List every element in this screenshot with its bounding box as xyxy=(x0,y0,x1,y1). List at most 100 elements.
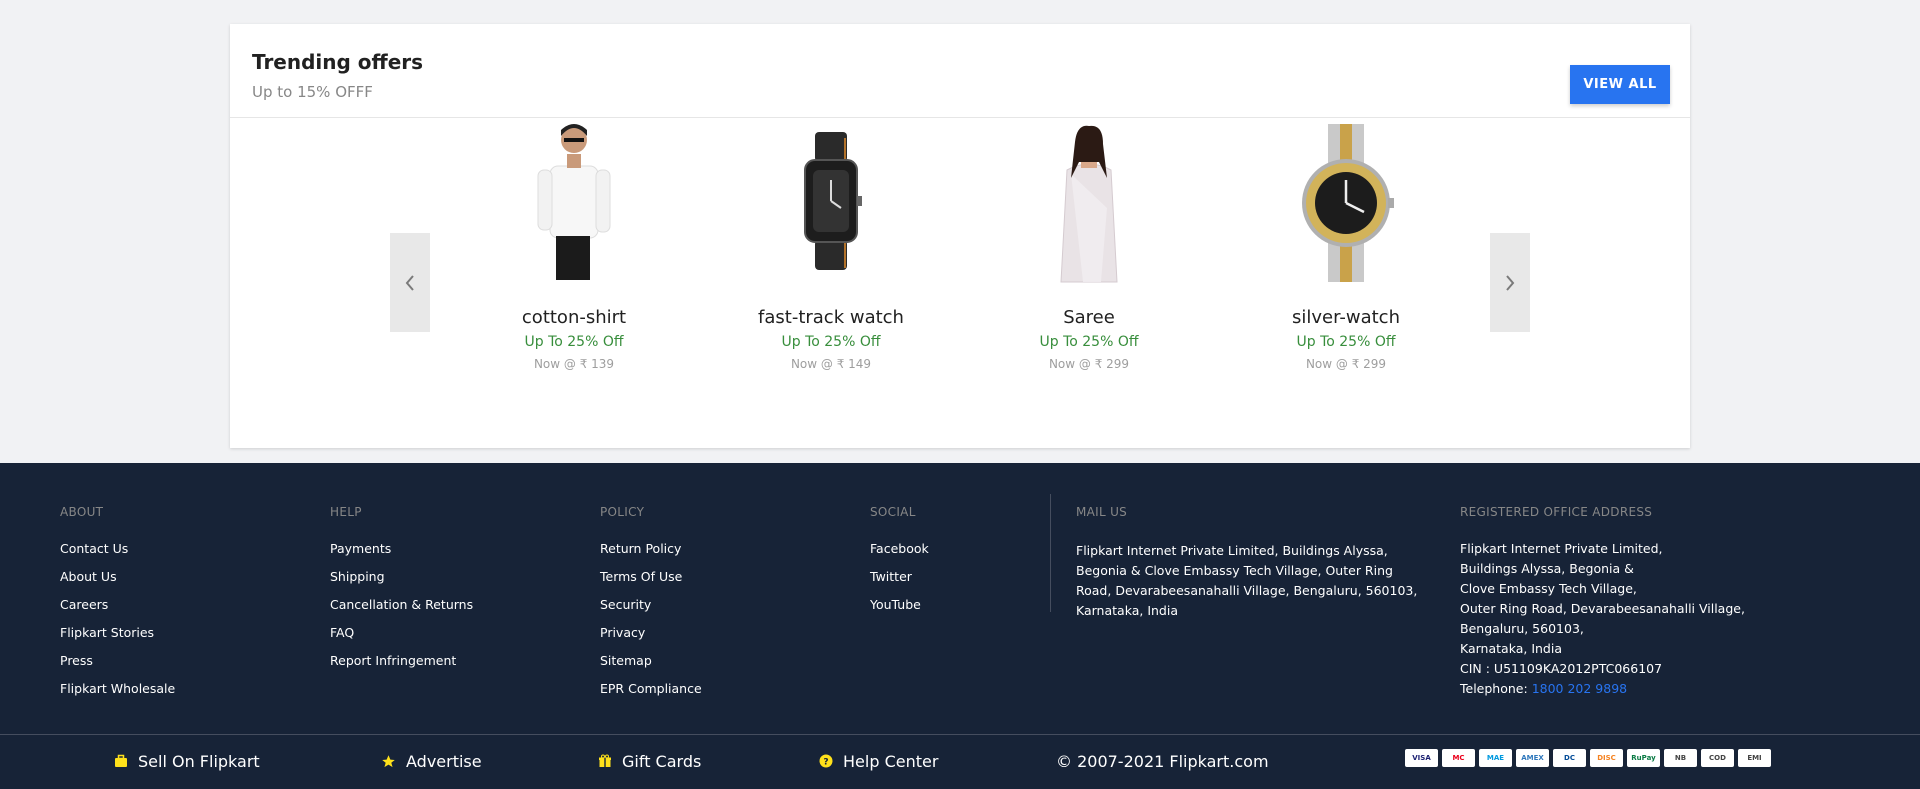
footer-policy-column: POLICY Return Policy Terms Of Use Securi… xyxy=(600,505,702,709)
sell-label: Sell On Flipkart xyxy=(138,751,260,771)
svg-text:?: ? xyxy=(823,758,828,768)
carousel-next-button[interactable] xyxy=(1490,233,1530,332)
telephone-link[interactable]: 1800 202 9898 xyxy=(1532,681,1627,696)
copyright: © 2007-2021 Flipkart.com xyxy=(1056,735,1269,787)
product-image-shirt[interactable] xyxy=(464,118,684,284)
discover-icon: DISC xyxy=(1590,749,1623,767)
footer-link-privacy[interactable]: Privacy xyxy=(600,625,702,641)
footer-link-terms[interactable]: Terms Of Use xyxy=(600,569,702,585)
section-title: Trending offers xyxy=(252,50,424,74)
product-price: Now @ ₹ 299 xyxy=(1305,357,1387,371)
address-line: Begonia & Clove Embassy Tech Village, Ou… xyxy=(1076,563,1393,578)
product-card[interactable]: fast-track watch Up To 25% Off Now @ ₹ 1… xyxy=(721,118,941,371)
footer-link-sitemap[interactable]: Sitemap xyxy=(600,653,702,669)
product-offer: Up To 25% Off xyxy=(524,334,624,350)
trending-offers-card: Trending offers Up to 15% OFFF VIEW ALL … xyxy=(230,24,1690,448)
chevron-right-icon xyxy=(1506,274,1515,291)
diners-club-icon: DC xyxy=(1553,749,1586,767)
product-offer: Up To 25% Off xyxy=(1296,334,1396,350)
footer-link-about-us[interactable]: About Us xyxy=(60,569,175,585)
card-header: Trending offers Up to 15% OFFF VIEW ALL xyxy=(230,24,1690,118)
address-line: Outer Ring Road, Devarabeesanahalli Vill… xyxy=(1460,601,1745,616)
product-name[interactable]: cotton-shirt xyxy=(464,307,684,328)
product-card[interactable]: silver-watch Up To 25% Off Now @ ₹ 299 xyxy=(1236,118,1456,371)
footer-link-twitter[interactable]: Twitter xyxy=(870,569,929,585)
footer-link-press[interactable]: Press xyxy=(60,653,175,669)
footer-link-youtube[interactable]: YouTube xyxy=(870,597,929,613)
gift-icon xyxy=(599,754,611,767)
telephone-label: Telephone: xyxy=(1460,681,1528,696)
footer-link-contact-us[interactable]: Contact Us xyxy=(60,541,175,557)
office-address: Flipkart Internet Private Limited, Build… xyxy=(1460,539,1745,699)
product-price: Now @ ₹ 139 xyxy=(533,357,615,371)
footer-link-facebook[interactable]: Facebook xyxy=(870,541,929,557)
footer-heading: SOCIAL xyxy=(870,505,916,519)
footer-link-cancellation[interactable]: Cancellation & Returns xyxy=(330,597,473,613)
footer-link-payments[interactable]: Payments xyxy=(330,541,473,557)
footer-office-column: REGISTERED OFFICE ADDRESS Flipkart Inter… xyxy=(1460,505,1745,699)
address-line: Bengaluru, 560103, xyxy=(1460,621,1584,636)
product-image-watch[interactable] xyxy=(721,118,941,284)
maestro-icon: MAE xyxy=(1479,749,1512,767)
product-price: Now @ ₹ 149 xyxy=(790,357,872,371)
help-icon: ? xyxy=(819,754,833,768)
product-name[interactable]: fast-track watch xyxy=(721,307,941,328)
cash-on-delivery-icon: COD xyxy=(1701,749,1734,767)
footer-heading: POLICY xyxy=(600,505,645,519)
address-line: Flipkart Internet Private Limited, xyxy=(1460,541,1663,556)
footer-link-security[interactable]: Security xyxy=(600,597,702,613)
help-center-label: Help Center xyxy=(843,751,939,771)
mastercard-icon: MC xyxy=(1442,749,1475,767)
advertise-label: Advertise xyxy=(406,751,482,771)
telephone-line: Telephone: 1800 202 9898 xyxy=(1460,679,1745,699)
product-image-saree[interactable] xyxy=(979,118,1199,284)
product-image-silver-watch[interactable] xyxy=(1236,118,1456,284)
address-line: Buildings Alyssa, Begonia & xyxy=(1460,561,1634,576)
footer-link-return-policy[interactable]: Return Policy xyxy=(600,541,702,557)
footer-link-shipping[interactable]: Shipping xyxy=(330,569,473,585)
footer-divider xyxy=(1050,494,1051,612)
footer-link-faq[interactable]: FAQ xyxy=(330,625,473,641)
cin-number: CIN : U51109KA2012PTC066107 xyxy=(1460,661,1663,676)
address-line: Clove Embassy Tech Village, xyxy=(1460,581,1637,596)
product-card[interactable]: Saree Up To 25% Off Now @ ₹ 299 xyxy=(979,118,1199,371)
product-offer: Up To 25% Off xyxy=(781,334,881,350)
address-line: Karnataka, India xyxy=(1076,603,1179,618)
carousel-prev-button[interactable] xyxy=(390,233,430,332)
chevron-left-icon xyxy=(405,274,414,291)
section-subtitle: Up to 15% OFFF xyxy=(252,83,373,101)
view-all-button[interactable]: VIEW ALL xyxy=(1570,65,1670,104)
product-name[interactable]: Saree xyxy=(979,307,1199,328)
address-line: Flipkart Internet Private Limited, Build… xyxy=(1076,543,1388,558)
footer-link-report-infringement[interactable]: Report Infringement xyxy=(330,653,473,669)
product-name[interactable]: silver-watch xyxy=(1236,307,1456,328)
footer-mail-column: MAIL US Flipkart Internet Private Limite… xyxy=(1076,505,1417,621)
footer-bottom-bar: Sell On Flipkart Advertise Gift Cards ? xyxy=(0,734,1920,789)
footer-heading: ABOUT xyxy=(60,505,104,519)
star-icon xyxy=(382,754,395,767)
copyright-text: © 2007-2021 Flipkart.com xyxy=(1056,751,1269,771)
address-line: Karnataka, India xyxy=(1460,641,1563,656)
gift-cards-label: Gift Cards xyxy=(622,751,702,771)
site-footer: ABOUT Contact Us About Us Careers Flipka… xyxy=(0,463,1920,789)
product-offer: Up To 25% Off xyxy=(1039,334,1139,350)
mail-address: Flipkart Internet Private Limited, Build… xyxy=(1076,541,1417,621)
help-center-link[interactable]: ? Help Center xyxy=(819,735,938,787)
footer-link-flipkart-stories[interactable]: Flipkart Stories xyxy=(60,625,175,641)
amex-icon: AMEX xyxy=(1516,749,1549,767)
footer-heading: REGISTERED OFFICE ADDRESS xyxy=(1460,505,1653,519)
payment-methods: VISA MC MAE AMEX DC DISC RuPay NB COD EM… xyxy=(1405,749,1771,767)
footer-link-wholesale[interactable]: Flipkart Wholesale xyxy=(60,681,175,697)
sell-on-flipkart-link[interactable]: Sell On Flipkart xyxy=(114,735,260,787)
footer-heading: HELP xyxy=(330,505,362,519)
rupay-icon: RuPay xyxy=(1627,749,1660,767)
net-banking-icon: NB xyxy=(1664,749,1697,767)
emi-icon: EMI xyxy=(1738,749,1771,767)
footer-link-epr-compliance[interactable]: EPR Compliance xyxy=(600,681,702,697)
briefcase-icon xyxy=(115,754,127,767)
advertise-link[interactable]: Advertise xyxy=(381,735,482,787)
gift-cards-link[interactable]: Gift Cards xyxy=(598,735,701,787)
footer-about-column: ABOUT Contact Us About Us Careers Flipka… xyxy=(60,505,175,709)
footer-link-careers[interactable]: Careers xyxy=(60,597,175,613)
product-card[interactable]: cotton-shirt Up To 25% Off Now @ ₹ 139 xyxy=(464,118,684,371)
